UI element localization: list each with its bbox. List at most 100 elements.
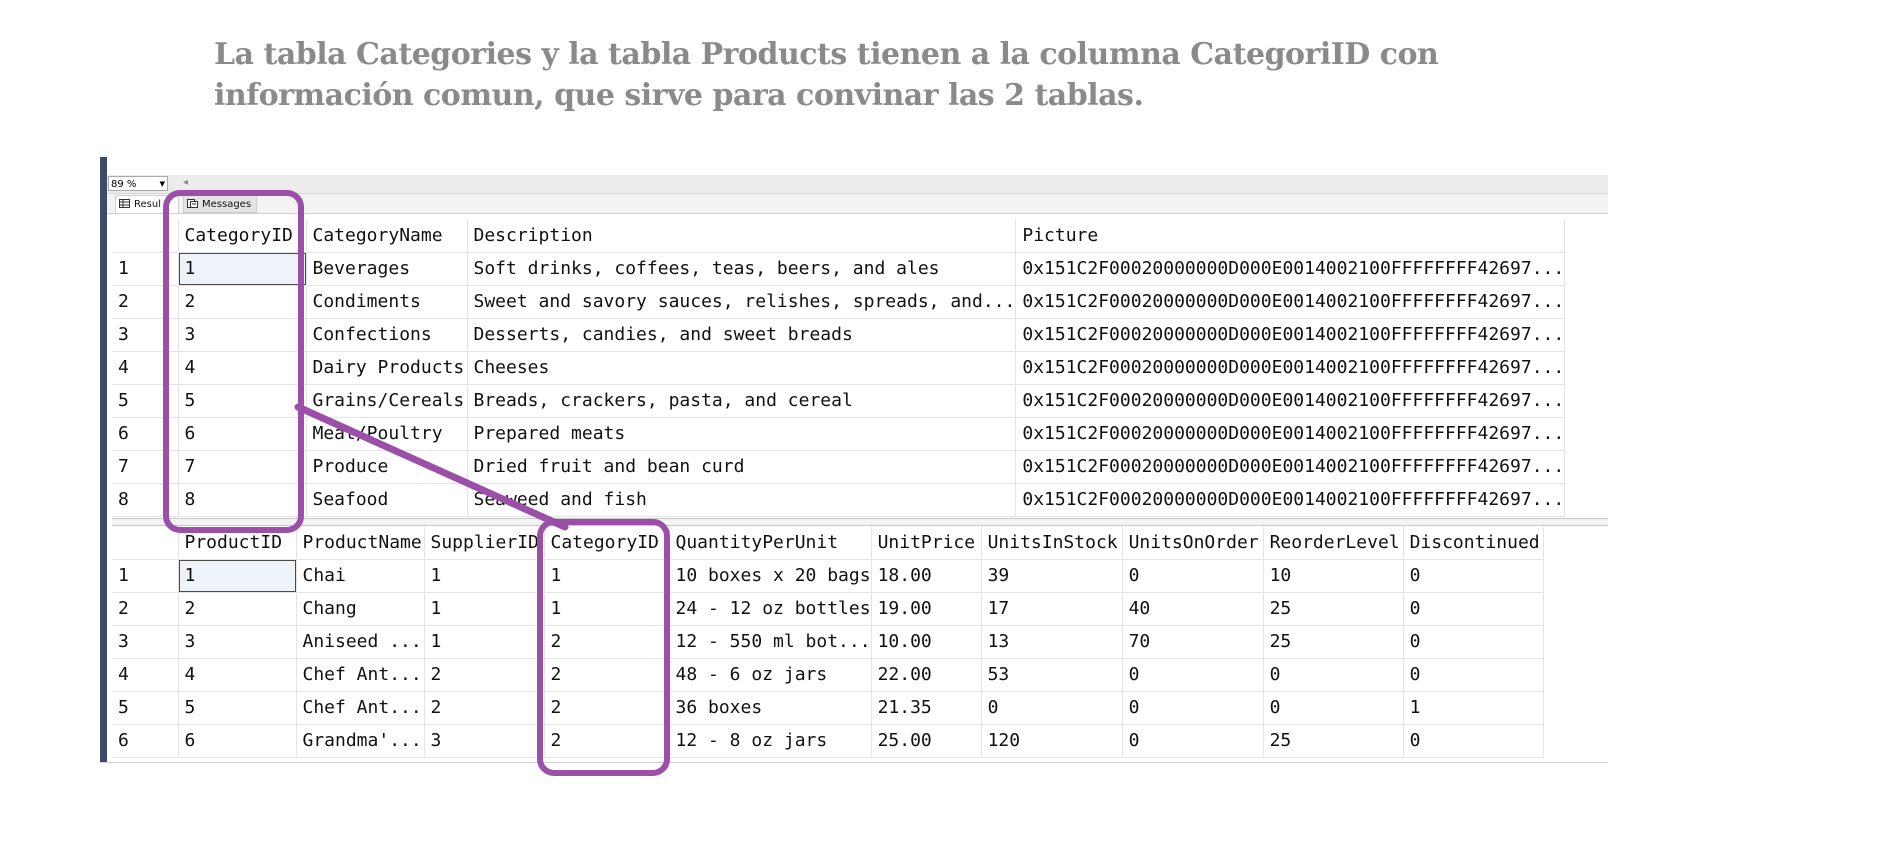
table-cell[interactable]: 13 — [981, 625, 1123, 659]
table-cell[interactable]: Breads, crackers, pasta, and cereal — [467, 384, 1017, 418]
products-col-header[interactable]: ProductID — [178, 526, 297, 560]
table-cell[interactable]: 1 — [424, 559, 545, 593]
table-cell[interactable]: 5 — [178, 384, 307, 418]
table-cell[interactable]: 10 boxes x 20 bags — [669, 559, 872, 593]
table-cell[interactable]: Seafood — [306, 483, 468, 517]
products-corner[interactable] — [112, 526, 179, 560]
table-cell[interactable]: 2 — [178, 592, 297, 626]
table-cell[interactable]: 2 — [424, 691, 545, 725]
table-cell[interactable]: 6 — [178, 417, 307, 451]
table-cell[interactable]: 48 - 6 oz jars — [669, 658, 872, 692]
table-cell[interactable]: 5 — [178, 691, 297, 725]
table-cell[interactable]: Condiments — [306, 285, 468, 319]
table-cell[interactable]: Seaweed and fish — [467, 483, 1017, 517]
table-cell[interactable]: 18.00 — [871, 559, 982, 593]
table-cell[interactable]: 17 — [981, 592, 1123, 626]
table-cell[interactable]: Chef Ant... — [296, 691, 425, 725]
table-cell[interactable]: Chef Ant... — [296, 658, 425, 692]
table-cell[interactable]: 0 — [1403, 658, 1544, 692]
row-number[interactable]: 1 — [112, 252, 179, 286]
table-cell[interactable]: 1 — [544, 559, 670, 593]
table-cell[interactable]: 1 — [424, 625, 545, 659]
categories-col-header[interactable]: Description — [467, 219, 1017, 253]
table-cell[interactable]: 120 — [981, 724, 1123, 758]
table-cell[interactable]: 0x151C2F00020000000D000E0014002100FFFFFF… — [1015, 384, 1566, 418]
table-cell[interactable]: 12 - 550 ml bot... — [669, 625, 872, 659]
products-col-header[interactable]: ReorderLevel — [1263, 526, 1404, 560]
table-cell[interactable]: 1 — [1403, 691, 1544, 725]
table-cell[interactable]: 70 — [1122, 625, 1264, 659]
table-cell[interactable]: 0 — [1403, 724, 1544, 758]
table-cell[interactable]: 53 — [981, 658, 1123, 692]
table-cell[interactable]: 10.00 — [871, 625, 982, 659]
row-number[interactable]: 2 — [112, 592, 179, 626]
categories-corner[interactable] — [112, 219, 179, 253]
table-cell[interactable]: Confections — [306, 318, 468, 352]
row-number[interactable]: 3 — [112, 625, 179, 659]
products-col-header[interactable]: UnitsInStock — [981, 526, 1123, 560]
table-cell[interactable]: 0 — [1403, 559, 1544, 593]
row-number[interactable]: 7 — [112, 450, 179, 484]
splitter-arrow-icon[interactable]: ◂ — [183, 177, 188, 188]
table-cell[interactable]: 4 — [178, 351, 307, 385]
table-cell[interactable]: Sweet and savory sauces, relishes, sprea… — [467, 285, 1017, 319]
table-cell[interactable]: Beverages — [306, 252, 468, 286]
table-cell[interactable]: 2 — [544, 625, 670, 659]
zoom-select[interactable]: 89 % ▼ — [108, 176, 168, 191]
table-cell[interactable]: 39 — [981, 559, 1123, 593]
table-cell[interactable]: Chai — [296, 559, 425, 593]
products-col-header[interactable]: SupplierID — [424, 526, 545, 560]
table-cell[interactable]: Dairy Products — [306, 351, 468, 385]
row-number[interactable]: 5 — [112, 384, 179, 418]
table-cell[interactable]: 25 — [1263, 625, 1404, 659]
row-number[interactable]: 4 — [112, 658, 179, 692]
table-cell[interactable]: 0x151C2F00020000000D000E0014002100FFFFFF… — [1015, 483, 1566, 517]
table-cell[interactable]: 3 — [178, 625, 297, 659]
grid-splitter[interactable] — [112, 518, 1608, 526]
table-cell[interactable]: 0x151C2F00020000000D000E0014002100FFFFFF… — [1015, 318, 1566, 352]
table-cell[interactable]: 0 — [1263, 691, 1404, 725]
table-cell[interactable]: 21.35 — [871, 691, 982, 725]
table-cell[interactable]: 0x151C2F00020000000D000E0014002100FFFFFF… — [1015, 285, 1566, 319]
table-cell[interactable]: Soft drinks, coffees, teas, beers, and a… — [467, 252, 1017, 286]
categories-col-header[interactable]: CategoryID — [178, 219, 307, 253]
table-cell[interactable]: 36 boxes — [669, 691, 872, 725]
table-cell[interactable]: 24 - 12 oz bottles — [669, 592, 872, 626]
table-cell[interactable]: 25 — [1263, 592, 1404, 626]
tab-messages[interactable]: Messages — [183, 195, 257, 213]
row-number[interactable]: 3 — [112, 318, 179, 352]
table-cell[interactable]: Desserts, candies, and sweet breads — [467, 318, 1017, 352]
table-cell[interactable]: 10 — [1263, 559, 1404, 593]
products-col-header[interactable]: UnitPrice — [871, 526, 982, 560]
row-number[interactable]: 4 — [112, 351, 179, 385]
table-cell[interactable]: 25 — [1263, 724, 1404, 758]
row-number[interactable]: 6 — [112, 417, 179, 451]
table-cell[interactable]: Prepared meats — [467, 417, 1017, 451]
table-cell[interactable]: 2 — [178, 285, 307, 319]
table-cell[interactable]: Chang — [296, 592, 425, 626]
categories-col-header[interactable]: Picture — [1015, 219, 1566, 253]
table-cell[interactable]: 0 — [1403, 625, 1544, 659]
table-cell[interactable]: 4 — [178, 658, 297, 692]
table-cell[interactable]: 1 — [178, 252, 307, 286]
table-cell[interactable]: 0x151C2F00020000000D000E0014002100FFFFFF… — [1015, 417, 1566, 451]
table-cell[interactable]: 7 — [178, 450, 307, 484]
table-cell[interactable]: 0 — [1403, 592, 1544, 626]
row-number[interactable]: 1 — [112, 559, 179, 593]
products-col-header[interactable]: CategoryID — [544, 526, 670, 560]
table-cell[interactable]: 6 — [178, 724, 297, 758]
products-col-header[interactable]: QuantityPerUnit — [669, 526, 872, 560]
table-cell[interactable]: 0 — [1122, 658, 1264, 692]
table-cell[interactable]: 3 — [424, 724, 545, 758]
table-cell[interactable]: 2 — [424, 658, 545, 692]
categories-col-header[interactable]: CategoryName — [306, 219, 468, 253]
table-cell[interactable]: 8 — [178, 483, 307, 517]
table-cell[interactable]: 12 - 8 oz jars — [669, 724, 872, 758]
table-cell[interactable]: 22.00 — [871, 658, 982, 692]
table-cell[interactable]: 0 — [1263, 658, 1404, 692]
table-cell[interactable]: 0 — [981, 691, 1123, 725]
table-cell[interactable]: 1 — [178, 559, 297, 593]
table-cell[interactable]: Meat/Poultry — [306, 417, 468, 451]
table-cell[interactable]: 25.00 — [871, 724, 982, 758]
table-cell[interactable]: Dried fruit and bean curd — [467, 450, 1017, 484]
